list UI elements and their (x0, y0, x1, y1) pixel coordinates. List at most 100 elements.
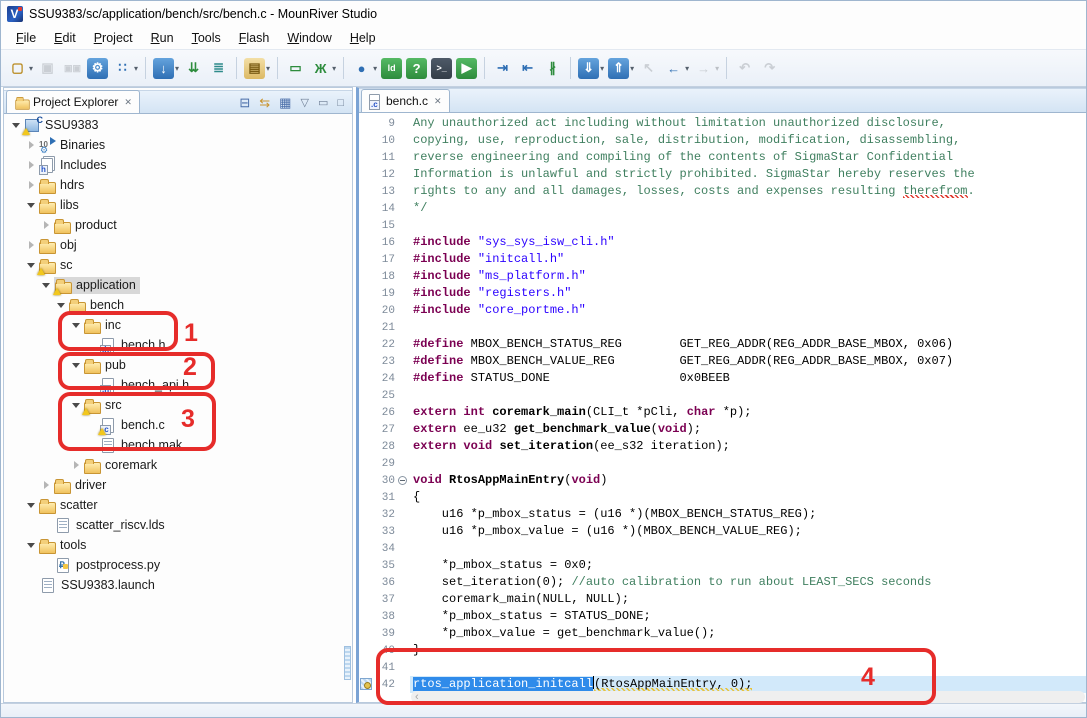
editor-tab-close-icon[interactable]: ✕ (434, 96, 442, 107)
code-line-25[interactable]: 25 (359, 387, 1087, 404)
chevron-down-icon[interactable] (40, 279, 52, 291)
code-text[interactable]: extern int coremark_main(CLI_t *pCli, ch… (410, 404, 1087, 421)
code-text[interactable]: extern void set_iteration(ee_s32 iterati… (410, 438, 1087, 455)
collapse-all-icon[interactable]: ⊟ (239, 96, 250, 110)
chevron-right-icon[interactable] (25, 139, 37, 151)
toolbar-build-config-button[interactable]: ∷▾ (111, 57, 139, 80)
code-text[interactable] (410, 217, 1087, 234)
toolbar-quick-help-button[interactable]: ? (405, 57, 428, 80)
dropdown-arrow-icon[interactable]: ▾ (373, 64, 377, 73)
code-text[interactable]: reverse engineering and compiling of the… (410, 149, 1087, 166)
code-text[interactable]: #include "ms_platform.h" (410, 268, 1087, 285)
tab-project-explorer[interactable]: Project Explorer ✕ (6, 90, 140, 113)
code-text[interactable]: void RtosAppMainEntry(void) (410, 472, 1087, 489)
toolbar-erase-chip-button[interactable]: ▤▾ (243, 57, 271, 80)
tree-item-hdrs[interactable]: hdrs (4, 175, 352, 195)
code-text[interactable]: Any unauthorized act including without l… (410, 115, 1087, 132)
tree-item-ssu9383.launch[interactable]: SSU9383.launch (4, 575, 352, 595)
toolbar-back-button[interactable]: ←▾ (662, 57, 690, 80)
code-line-41[interactable]: 41 (359, 659, 1087, 676)
tree-item-scatter_riscv.lds[interactable]: scatter_riscv.lds (4, 515, 352, 535)
code-text[interactable]: */ (410, 200, 1087, 217)
tree-item-src[interactable]: src (4, 395, 352, 415)
menu-file[interactable]: File (7, 29, 45, 47)
tree-item-bench_api.h[interactable]: .hbench_api.h (4, 375, 352, 395)
code-line-15[interactable]: 15 (359, 217, 1087, 234)
code-line-20[interactable]: 20#include "core_portme.h" (359, 302, 1087, 319)
dropdown-arrow-icon[interactable]: ▾ (266, 64, 270, 73)
code-text[interactable]: #define MBOX_BENCH_STATUS_REG GET_REG_AD… (410, 336, 1087, 353)
tree-item-bench[interactable]: bench (4, 295, 352, 315)
tree-item-product[interactable]: product (4, 215, 352, 235)
tree-item-bench.mak[interactable]: bench.mak (4, 435, 352, 455)
tree-item-bench.h[interactable]: .hbench.h (4, 335, 352, 355)
link-with-editor-icon[interactable]: ⇆ (259, 96, 270, 110)
tree-item-ssu9383[interactable]: CSSU9383 (4, 115, 352, 135)
tree-item-binaries[interactable]: 10⚙Binaries (4, 135, 352, 155)
code-line-23[interactable]: 23#define MBOX_BENCH_VALUE_REG GET_REG_A… (359, 353, 1087, 370)
tree-item-driver[interactable]: driver (4, 475, 352, 495)
toolbar-resume-button[interactable]: ▶ (455, 57, 478, 80)
chevron-right-icon[interactable] (25, 239, 37, 251)
menu-flash[interactable]: Flash (230, 29, 279, 47)
chevron-right-icon[interactable] (25, 159, 37, 171)
toolbar-linker-ld-button[interactable]: ld (380, 57, 403, 80)
dropdown-arrow-icon[interactable]: ▾ (715, 64, 719, 73)
code-text[interactable] (410, 319, 1087, 336)
code-text[interactable]: u16 *p_mbox_value = (u16 *)(MBOX_BENCH_V… (410, 523, 1087, 540)
code-text[interactable]: u16 *p_mbox_status = (u16 *)(MBOX_BENCH_… (410, 506, 1087, 523)
code-line-17[interactable]: 17#include "initcall.h" (359, 251, 1087, 268)
menu-window[interactable]: Window (278, 29, 340, 47)
toolbar-new-wizard-button[interactable]: ▢▾ (6, 57, 34, 80)
code-text[interactable] (410, 540, 1087, 557)
code-text[interactable]: } (410, 642, 1087, 659)
toolbar-build-project-button[interactable]: ⚙ (86, 57, 109, 80)
code-line-40[interactable]: 40} (359, 642, 1087, 659)
code-line-36[interactable]: 36 set_iteration(0); //auto calibration … (359, 574, 1087, 591)
code-line-24[interactable]: 24#define STATUS_DONE 0x0BEEB (359, 370, 1087, 387)
code-text[interactable]: coremark_main(NULL, NULL); (410, 591, 1087, 608)
chevron-down-icon[interactable] (70, 359, 82, 371)
code-text[interactable]: extern ee_u32 get_benchmark_value(void); (410, 421, 1087, 438)
menu-edit[interactable]: Edit (45, 29, 85, 47)
code-line-31[interactable]: 31{ (359, 489, 1087, 506)
code-line-27[interactable]: 27extern ee_u32 get_benchmark_value(void… (359, 421, 1087, 438)
code-text[interactable]: rights to any and all damages, losses, c… (410, 183, 1087, 200)
tree-item-libs[interactable]: libs (4, 195, 352, 215)
code-text[interactable] (410, 659, 1087, 676)
code-line-34[interactable]: 34 (359, 540, 1087, 557)
code-text[interactable]: #include "core_portme.h" (410, 302, 1087, 319)
chevron-down-icon[interactable] (55, 299, 67, 311)
collapse-fold-icon[interactable] (398, 476, 407, 485)
explorer-tab-close-icon[interactable]: ✕ (124, 97, 132, 108)
tree-item-obj[interactable]: obj (4, 235, 352, 255)
code-line-11[interactable]: 11reverse engineering and compiling of t… (359, 149, 1087, 166)
code-text[interactable]: { (410, 489, 1087, 506)
tree-scrollbar-thumb[interactable] (344, 646, 351, 680)
toolbar-skip-breakpoints-button[interactable]: ∦ (541, 57, 564, 80)
code-line-13[interactable]: 13rights to any and all damages, losses,… (359, 183, 1087, 200)
code-text[interactable]: *p_mbox_status = STATUS_DONE; (410, 608, 1087, 625)
code-text[interactable]: *p_mbox_status = 0x0; (410, 557, 1087, 574)
chevron-right-icon[interactable] (70, 459, 82, 471)
toolbar-terminal-button[interactable]: >_ (430, 57, 453, 80)
code-text[interactable]: #define MBOX_BENCH_VALUE_REG GET_REG_ADD… (410, 353, 1087, 370)
tree-item-coremark[interactable]: coremark (4, 455, 352, 475)
toolbar-import-target-button[interactable]: ⇓▾ (577, 57, 605, 80)
menu-project[interactable]: Project (85, 29, 142, 47)
code-line-14[interactable]: 14*/ (359, 200, 1087, 217)
code-line-26[interactable]: 26extern int coremark_main(CLI_t *pCli, … (359, 404, 1087, 421)
chevron-right-icon[interactable] (40, 479, 52, 491)
code-line-30[interactable]: 30void RtosAppMainEntry(void) (359, 472, 1087, 489)
code-text[interactable]: copying, use, reproduction, sale, distri… (410, 132, 1087, 149)
tree-item-includes[interactable]: hIncludes (4, 155, 352, 175)
code-line-10[interactable]: 10copying, use, reproduction, sale, dist… (359, 132, 1087, 149)
tree-item-bench.c[interactable]: .cbench.c (4, 415, 352, 435)
code-text[interactable] (410, 455, 1087, 472)
code-line-39[interactable]: 39 *p_mbox_value = get_benchmark_value()… (359, 625, 1087, 642)
code-line-29[interactable]: 29 (359, 455, 1087, 472)
tree-item-pub[interactable]: pub (4, 355, 352, 375)
tree-item-tools[interactable]: tools (4, 535, 352, 555)
code-text[interactable]: Information is unlawful and strictly pro… (410, 166, 1087, 183)
chevron-down-icon[interactable] (70, 319, 82, 331)
